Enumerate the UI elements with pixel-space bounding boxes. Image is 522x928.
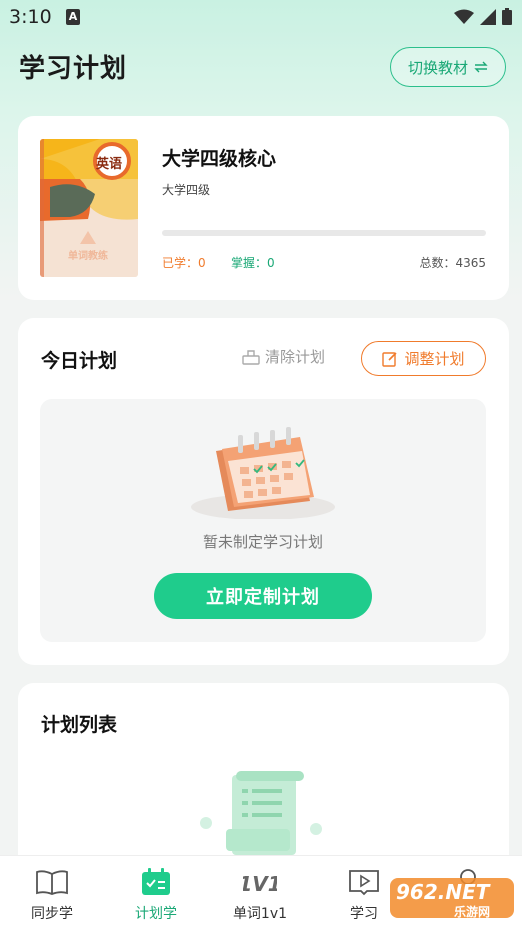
- calendar-check-icon: [142, 868, 170, 895]
- learned-count: 已学：0: [162, 256, 206, 270]
- create-plan-button[interactable]: 立即定制计划: [154, 573, 372, 619]
- watermark-subtext: 乐游网: [454, 905, 491, 919]
- book-cover-subtitle: 单词教练: [68, 251, 108, 262]
- video-book-icon: [349, 870, 379, 896]
- clear-plan-button[interactable]: 清除计划: [242, 346, 325, 367]
- switch-textbook-label: 切换教材: [407, 58, 468, 77]
- edit-icon: [382, 351, 398, 367]
- watermark-logo: 962.NET 乐游网: [388, 872, 516, 922]
- battery-icon: [502, 8, 512, 25]
- book-progress-bar: [162, 230, 486, 236]
- book-cover-label: 英语: [96, 157, 123, 172]
- status-bar: 3:10 A: [0, 0, 522, 36]
- signal-icon: [480, 8, 496, 25]
- book-cover: 英语 单词教练: [40, 139, 138, 277]
- switch-textbook-button[interactable]: 切换教材: [390, 47, 506, 87]
- tab-label: 计划学: [135, 906, 177, 922]
- textbook-card[interactable]: 英语 单词教练 大学四级核心 大学四级 已学：0 掌握：0 总数：4365: [18, 116, 509, 300]
- today-plan-card: 今日计划 清除计划 调整计划 暂未制定学习计划 立即定制计划: [18, 318, 509, 665]
- plan-list-title: 计划列表: [41, 714, 118, 736]
- tab-label: 单词1v1: [232, 906, 288, 922]
- notification-icon: A: [66, 9, 80, 25]
- status-indicators: [454, 8, 512, 25]
- tab-plan-learn[interactable]: 计划学: [104, 856, 208, 928]
- book-open-icon: [36, 870, 68, 895]
- adjust-plan-label: 调整计划: [404, 350, 465, 368]
- swap-arrows-icon: [474, 61, 488, 73]
- eraser-icon: [242, 349, 260, 365]
- book-level: 大学四级: [162, 183, 211, 197]
- book-name: 大学四级核心: [162, 148, 277, 170]
- wifi-icon: [454, 9, 474, 24]
- svg-text:1V1: 1V1: [243, 872, 277, 896]
- calendar-illustration-icon: [191, 427, 335, 519]
- tab-word-1v1[interactable]: 1V1 单词1v1: [208, 856, 312, 928]
- status-time: 3:10: [9, 6, 52, 28]
- tab-label: 同步学: [31, 906, 73, 922]
- tab-sync-learn[interactable]: 同步学: [0, 856, 104, 928]
- watermark-text: 962.NET: [396, 880, 490, 904]
- adjust-plan-button[interactable]: 调整计划: [361, 341, 486, 376]
- mastered-count: 掌握：0: [231, 256, 275, 270]
- total-count: 总数：4365: [419, 256, 486, 270]
- empty-plan-text: 暂未制定学习计划: [202, 533, 323, 551]
- scroll-document-icon: [200, 771, 322, 855]
- page-title: 学习计划: [19, 54, 128, 84]
- clear-plan-label: 清除计划: [265, 348, 326, 366]
- empty-plan-state: 暂未制定学习计划 立即定制计划: [40, 399, 486, 642]
- today-plan-title: 今日计划: [41, 350, 118, 372]
- one-v-one-icon: 1V1: [243, 872, 277, 896]
